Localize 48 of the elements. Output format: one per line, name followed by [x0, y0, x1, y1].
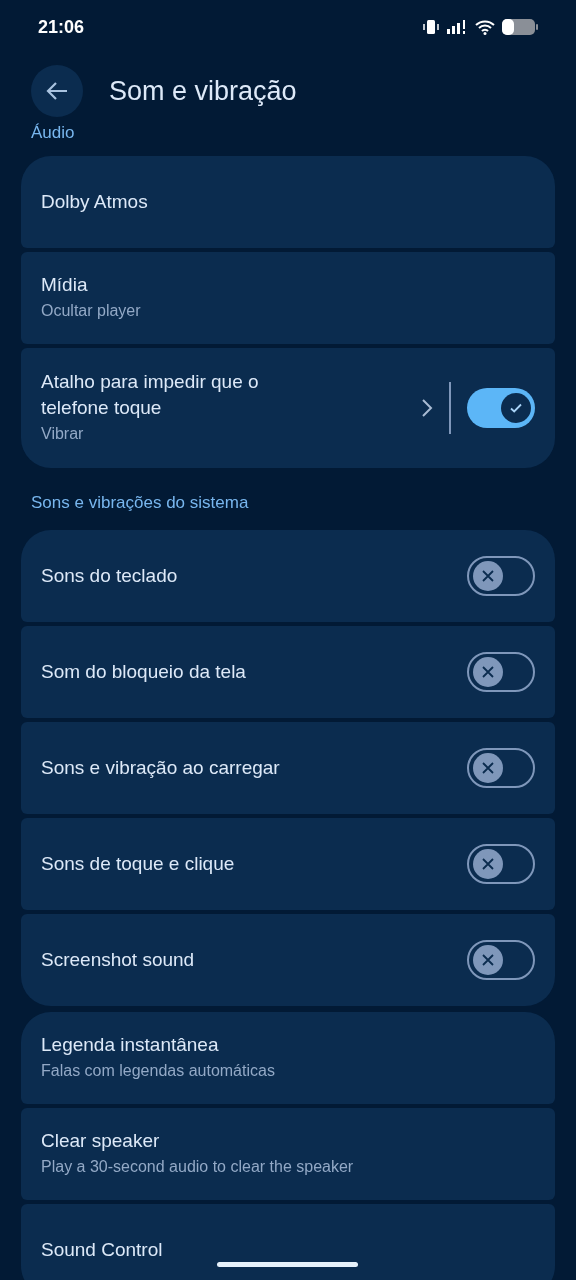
settings-row[interactable]: Sons de toque e clique — [21, 818, 555, 910]
settings-row[interactable]: Mídia Ocultar player — [21, 252, 555, 344]
page-title: Som e vibração — [109, 74, 297, 108]
back-arrow-icon — [46, 81, 68, 101]
row-title: Dolby Atmos — [41, 190, 149, 214]
toggle-switch[interactable] — [467, 556, 535, 596]
signal-icon — [446, 19, 468, 35]
row-subtitle: Ocultar player — [41, 301, 142, 321]
row-title: Clear speaker — [41, 1129, 161, 1153]
settings-row[interactable]: Som do bloqueio da tela — [21, 626, 555, 718]
wifi-icon — [475, 19, 495, 35]
row-title: Sons do teclado — [41, 564, 179, 588]
chevron-right-icon — [421, 398, 433, 418]
back-button[interactable] — [31, 65, 83, 117]
status-time: 21:06 — [38, 15, 85, 39]
close-icon — [481, 569, 495, 583]
battery-icon — [502, 18, 538, 36]
toggle-switch[interactable] — [467, 940, 535, 980]
settings-row[interactable]: Dolby Atmos — [21, 156, 555, 248]
row-subtitle: Vibrar — [41, 424, 85, 444]
row-title: Atalho para impedir que o telefone toque — [41, 370, 260, 420]
settings-row[interactable]: Sons e vibração ao carregar — [21, 722, 555, 814]
close-icon — [481, 857, 495, 871]
row-title: Sons de toque e clique — [41, 852, 236, 876]
row-subtitle: Play a 30-second audio to clear the speaker — [41, 1157, 355, 1177]
row-title: Sound Control — [41, 1238, 164, 1262]
close-icon — [481, 761, 495, 775]
toggle-switch[interactable] — [467, 388, 535, 428]
settings-row[interactable]: Atalho para impedir que o telefone toque Vibrar — [21, 348, 555, 468]
settings-row[interactable]: Clear speaker Play a 30-second audio to clear the speaker — [21, 1108, 555, 1200]
settings-row[interactable]: Sons do teclado — [21, 530, 555, 622]
close-icon — [481, 665, 495, 679]
close-icon — [481, 953, 495, 967]
settings-row[interactable]: Sound Control — [21, 1204, 555, 1280]
settings-row[interactable]: Legenda instantânea Falas com legendas automáticas — [21, 1012, 555, 1104]
vibrate-icon — [423, 19, 439, 35]
toggle-switch[interactable] — [467, 748, 535, 788]
section-header: Áudio — [30, 122, 76, 144]
toggle-switch[interactable] — [467, 844, 535, 884]
toggle-switch[interactable] — [467, 652, 535, 692]
section-header: Sons e vibrações do sistema — [30, 492, 250, 514]
row-title: Sons e vibração ao carregar — [41, 756, 281, 780]
row-title: Legenda instantânea — [41, 1033, 220, 1057]
row-title: Mídia — [41, 273, 89, 297]
row-title: Som do bloqueio da tela — [41, 660, 247, 684]
row-subtitle: Falas com legendas automáticas — [41, 1061, 276, 1081]
settings-row[interactable]: Screenshot sound — [21, 914, 555, 1006]
row-title: Screenshot sound — [41, 948, 196, 972]
